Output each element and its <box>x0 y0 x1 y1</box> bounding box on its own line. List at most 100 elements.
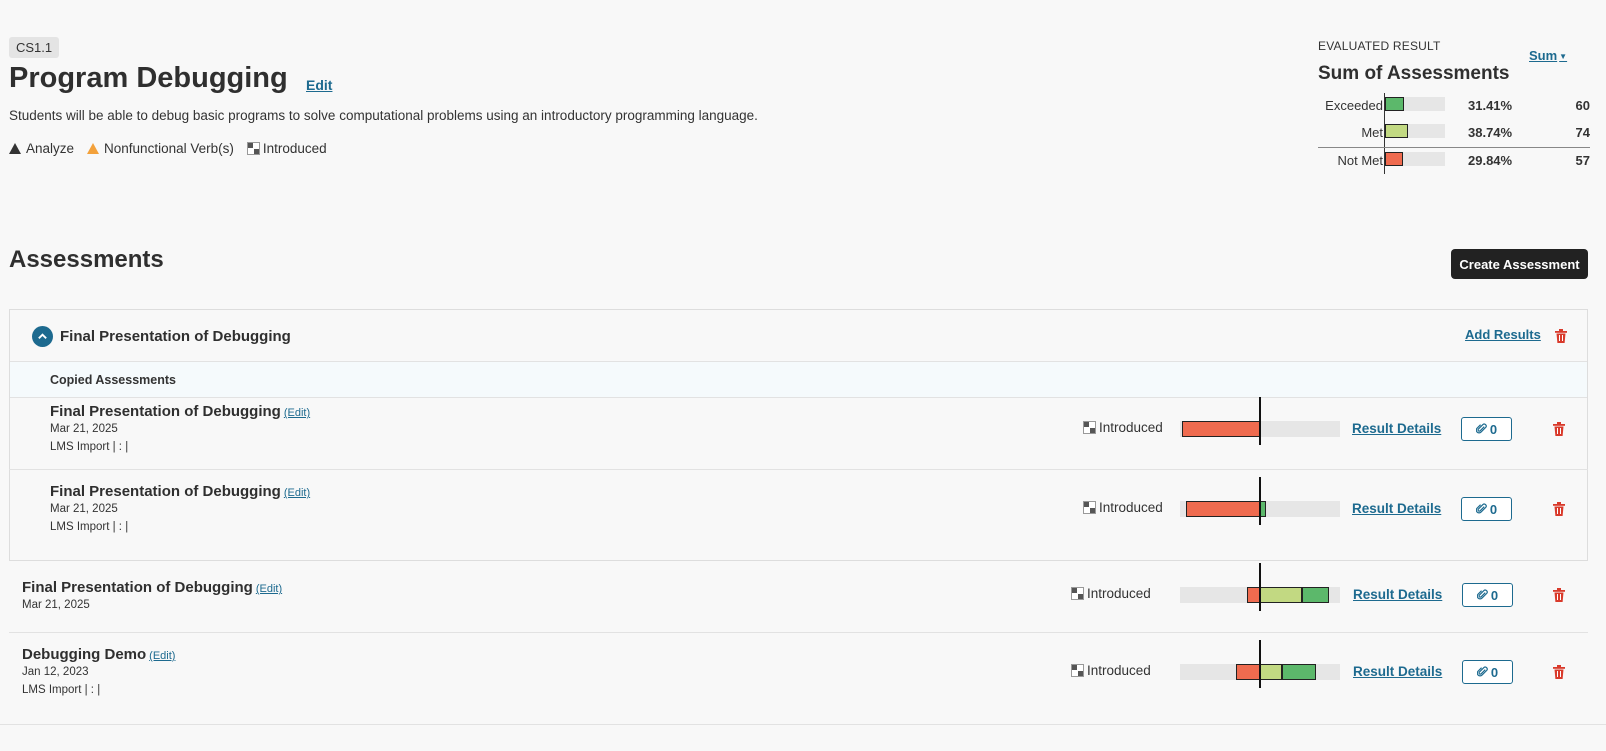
eval-bar-track <box>1385 97 1445 111</box>
assessment-level-label: Introduced <box>1099 420 1163 435</box>
assessment-level-label: Introduced <box>1087 586 1151 601</box>
result-details-link[interactable]: Result Details <box>1352 421 1441 436</box>
paperclip-icon <box>1476 665 1488 680</box>
trash-icon[interactable] <box>1553 502 1565 516</box>
eval-row-met: Met 38.74% 74 <box>1318 120 1590 147</box>
assessment-level: Introduced <box>1071 586 1151 601</box>
assessment-row: Final Presentation of Debugging (Edit) Mar… <box>0 469 1606 549</box>
exceeded-segment <box>1301 587 1329 603</box>
attachments-button[interactable]: 0 <box>1461 417 1512 441</box>
eval-row-count: 57 <box>1575 153 1590 168</box>
result-bar <box>1180 640 1340 688</box>
met-segment <box>1260 587 1302 603</box>
edit-assessment-link[interactable]: (Edit) <box>149 650 175 662</box>
attachments-count: 0 <box>1489 421 1498 437</box>
attachments-button[interactable]: 0 <box>1461 497 1512 521</box>
assessment-title-text: Final Presentation of Debugging <box>50 403 281 420</box>
assessment-title: Final Presentation of Debugging (Edit) <box>50 403 310 420</box>
eval-bar-fill <box>1385 152 1403 166</box>
level-icon <box>1071 664 1084 677</box>
outcome-code-badge: CS1.1 <box>9 37 60 58</box>
result-bar-axis <box>1259 640 1261 688</box>
tag-label: Nonfunctional Verb(s) <box>104 141 234 156</box>
triangle-icon <box>9 143 21 154</box>
assessment-level: Introduced <box>1083 500 1163 515</box>
eval-bar-fill <box>1385 97 1404 111</box>
tag-nonfunctional-verb: Nonfunctional Verb(s) <box>87 141 234 156</box>
tag-label: Introduced <box>262 141 327 156</box>
add-results-link[interactable]: Add Results <box>1465 327 1541 342</box>
edit-assessment-link[interactable]: (Edit) <box>284 487 310 499</box>
paperclip-icon <box>1476 588 1488 603</box>
result-bar <box>1180 397 1340 445</box>
group-title: Final Presentation of Debugging <box>60 328 291 345</box>
not-met-segment <box>1236 664 1260 680</box>
sum-mode-dropdown[interactable]: Sum ▼ <box>1529 48 1567 63</box>
assessment-title: Final Presentation of Debugging (Edit) <box>22 579 282 596</box>
assessment-level-label: Introduced <box>1099 500 1163 515</box>
assessment-title: Final Presentation of Debugging (Edit) <box>50 483 310 500</box>
eval-row-not-met: Not Met 29.84% 57 <box>1318 147 1590 174</box>
assessment-level: Introduced <box>1071 663 1151 678</box>
assessment-source: LMS Import | : | <box>50 441 129 453</box>
trash-icon[interactable] <box>1553 588 1565 602</box>
assessment-row: Final Presentation of Debugging (Edit) Mar… <box>0 389 1606 469</box>
result-bar <box>1180 563 1340 611</box>
trash-icon[interactable] <box>1553 422 1565 436</box>
attachments-button[interactable]: 0 <box>1462 660 1513 684</box>
result-bar-axis <box>1259 397 1261 445</box>
eval-row-percent: 29.84% <box>1468 153 1513 168</box>
level-icon <box>1083 421 1096 434</box>
eval-row-label: Exceeded <box>1325 98 1383 113</box>
assessment-level-label: Introduced <box>1087 663 1151 678</box>
assessment-date: Jan 12, 2023 <box>22 666 89 678</box>
assessment-title-text: Debugging Demo <box>22 646 147 663</box>
edit-assessment-link[interactable]: (Edit) <box>284 407 310 419</box>
result-details-link[interactable]: Result Details <box>1353 664 1442 679</box>
assessment-date: Mar 21, 2025 <box>22 599 90 611</box>
trash-icon[interactable] <box>1555 329 1567 343</box>
assessment-date: Mar 21, 2025 <box>50 503 118 515</box>
eval-row-label: Not Met <box>1337 153 1383 168</box>
tag-analyze: Analyze <box>9 141 74 156</box>
assessments-heading: Assessments <box>9 246 164 273</box>
collapse-chevron-up-icon[interactable] <box>32 326 53 347</box>
attachments-count: 0 <box>1490 587 1499 603</box>
caret-down-icon: ▼ <box>1559 52 1568 62</box>
result-details-link[interactable]: Result Details <box>1353 587 1442 602</box>
eval-row-count: 74 <box>1575 125 1590 140</box>
eval-row-label: Met <box>1361 125 1383 140</box>
eval-row-count: 60 <box>1575 98 1590 113</box>
eval-row-percent: 38.74% <box>1468 125 1513 140</box>
assessment-row: Final Presentation of Debugging (Edit) Mar… <box>0 563 1606 631</box>
level-icon <box>246 142 260 155</box>
paperclip-icon <box>1475 502 1487 517</box>
result-bar-axis <box>1259 563 1261 611</box>
tag-label: Analyze <box>26 141 75 156</box>
evaluated-result-title: Sum of Assessments <box>1318 63 1510 84</box>
sum-mode-label: Sum <box>1529 48 1558 63</box>
assessment-row: Debugging Demo (Edit) Jan 12, 2023 LMS Impo… <box>0 632 1606 724</box>
create-assessment-button[interactable]: Create Assessment <box>1451 249 1588 279</box>
eval-row-exceeded: Exceeded 31.41% 60 <box>1318 93 1590 120</box>
assessment-source: LMS Import | : | <box>50 521 129 533</box>
row-divider <box>0 724 1606 725</box>
eval-bar-fill <box>1385 124 1409 138</box>
assessment-title-text: Final Presentation of Debugging <box>22 579 253 596</box>
result-bar-axis <box>1259 477 1261 525</box>
assessment-source: LMS Import | : | <box>22 684 101 696</box>
attachments-button[interactable]: 0 <box>1462 583 1513 607</box>
level-icon <box>1083 501 1096 514</box>
edit-assessment-link[interactable]: (Edit) <box>256 583 282 595</box>
copied-assessments-label: Copied Assessments <box>50 373 176 387</box>
edit-outcome-link[interactable]: Edit <box>306 77 332 93</box>
trash-icon[interactable] <box>1553 665 1565 679</box>
attachments-count: 0 <box>1489 501 1498 517</box>
assessment-title-text: Final Presentation of Debugging <box>50 483 281 500</box>
outcome-tags: Analyze Nonfunctional Verb(s) Introduced <box>9 141 340 156</box>
eval-bar-track <box>1385 152 1445 166</box>
not-met-segment <box>1186 501 1260 517</box>
result-details-link[interactable]: Result Details <box>1352 501 1441 516</box>
met-segment <box>1260 664 1283 680</box>
eval-row-percent: 31.41% <box>1468 98 1513 113</box>
